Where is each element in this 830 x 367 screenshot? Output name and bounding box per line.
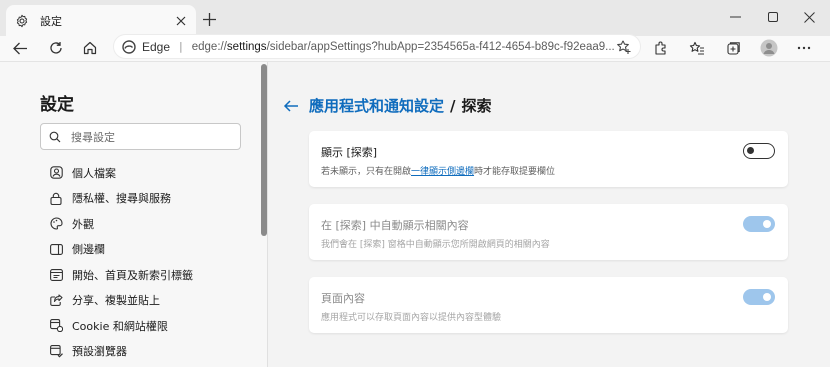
setting-card-auto-related-content: 在 [探索] 中自動顯示相關內容 我們會在 [探索] 窗格中自動顯示您所開啟網頁…	[309, 204, 788, 260]
close-tab-icon[interactable]	[170, 10, 192, 32]
add-favorite-icon[interactable]	[616, 39, 632, 55]
favorites-button[interactable]	[683, 36, 711, 60]
setting-card-page-content: 頁面內容 應用程式可以存取頁面內容以提供內容型體驗	[309, 277, 788, 333]
always-show-sidebar-link[interactable]: 一律顯示側邊欄	[411, 167, 474, 177]
auto-related-content-toggle[interactable]	[743, 216, 775, 232]
breadcrumb-separator: /	[450, 96, 456, 115]
setting-description: 若未顯示，只有在開啟一律顯示側邊欄時才能存取提要欄位	[321, 167, 556, 177]
setting-title: 在 [探索] 中自動顯示相關內容	[321, 219, 469, 232]
maximize-button[interactable]	[756, 4, 790, 30]
title-bar: 設定	[0, 0, 830, 36]
cookie-permissions-icon	[48, 318, 64, 334]
back-arrow-icon[interactable]	[283, 98, 299, 114]
extensions-button[interactable]	[646, 36, 674, 60]
refresh-button[interactable]	[42, 36, 70, 60]
sidebar-item-sidebar[interactable]: 側邊欄	[48, 237, 193, 263]
breadcrumb: 應用程式和通知設定 / 探索	[283, 95, 492, 116]
minimize-button[interactable]	[718, 4, 752, 30]
url-text: edge://settings/sidebar/appSettings?hubA…	[191, 40, 615, 53]
sidebar-item-privacy[interactable]: 隱私權、搜尋與服務	[48, 186, 193, 212]
site-identity-label: Edge	[142, 39, 171, 54]
setting-description: 我們會在 [探索] 窗格中自動顯示您所開啟網頁的相關內容	[321, 240, 550, 250]
profile-icon	[48, 165, 64, 181]
collections-button[interactable]	[719, 36, 747, 60]
address-separator: |	[179, 40, 183, 53]
search-icon	[49, 131, 61, 142]
sidebar-item-default-browser[interactable]: 預設瀏覽器	[48, 339, 193, 365]
home-tab-icon	[48, 267, 64, 283]
sidebar-item-start-home-newtab[interactable]: 開始、首頁及新索引標籤	[48, 262, 193, 288]
sidebar-item-share-copy-paste[interactable]: 分享、複製並貼上	[48, 288, 193, 314]
edge-logo-icon	[122, 39, 136, 54]
sidebar-item-profiles[interactable]: 個人檔案	[48, 160, 193, 186]
search-placeholder: 搜尋設定	[71, 130, 115, 144]
navigation-toolbar: Edge | edge://settings/sidebar/appSettin…	[0, 34, 830, 62]
gear-icon	[14, 13, 30, 29]
new-tab-button[interactable]	[198, 8, 220, 30]
close-window-button[interactable]	[792, 4, 826, 30]
sidebar-item-cookies-permissions[interactable]: Cookie 和網站權限	[48, 313, 193, 339]
more-options-button[interactable]	[790, 36, 818, 60]
search-settings-input[interactable]: 搜尋設定	[40, 123, 241, 150]
privacy-lock-icon	[48, 190, 64, 206]
breadcrumb-parent-link[interactable]: 應用程式和通知設定	[309, 95, 444, 116]
sidebar-scrollbar[interactable]	[261, 64, 267, 236]
share-icon	[48, 292, 64, 308]
page-title: 探索	[461, 97, 492, 115]
show-discover-toggle[interactable]	[743, 143, 775, 159]
page-content-toggle[interactable]	[743, 289, 775, 305]
home-button[interactable]	[76, 36, 104, 60]
sidebar-item-appearance[interactable]: 外觀	[48, 211, 193, 237]
sidebar-title: 設定	[40, 95, 74, 115]
setting-title: 顯示 [探索]	[321, 146, 378, 159]
browser-tab-settings[interactable]: 設定	[6, 5, 196, 36]
setting-title: 頁面內容	[321, 292, 365, 305]
settings-nav-list: 個人檔案 隱私權、搜尋與服務 外觀 側邊欄 開始、首頁及新索引標籤 分享、複製並…	[48, 160, 193, 364]
sidebar-icon	[48, 241, 64, 257]
address-bar[interactable]: Edge | edge://settings/sidebar/appSettin…	[113, 34, 641, 59]
back-button[interactable]	[6, 36, 34, 60]
setting-card-show-discover: 顯示 [探索] 若未顯示，只有在開啟一律顯示側邊欄時才能存取提要欄位	[309, 131, 788, 187]
default-browser-icon	[48, 343, 64, 359]
appearance-icon	[48, 216, 64, 232]
settings-sidebar: 設定 搜尋設定 個人檔案 隱私權、搜尋與服務 外觀 側邊欄 開始、首頁及新索引標…	[0, 62, 268, 367]
profile-avatar-button[interactable]	[755, 36, 783, 60]
tab-title: 設定	[40, 14, 62, 28]
settings-main-panel: 應用程式和通知設定 / 探索 顯示 [探索] 若未顯示，只有在開啟一律顯示側邊欄…	[269, 62, 830, 367]
setting-description: 應用程式可以存取頁面內容以提供內容型體驗	[321, 313, 502, 323]
